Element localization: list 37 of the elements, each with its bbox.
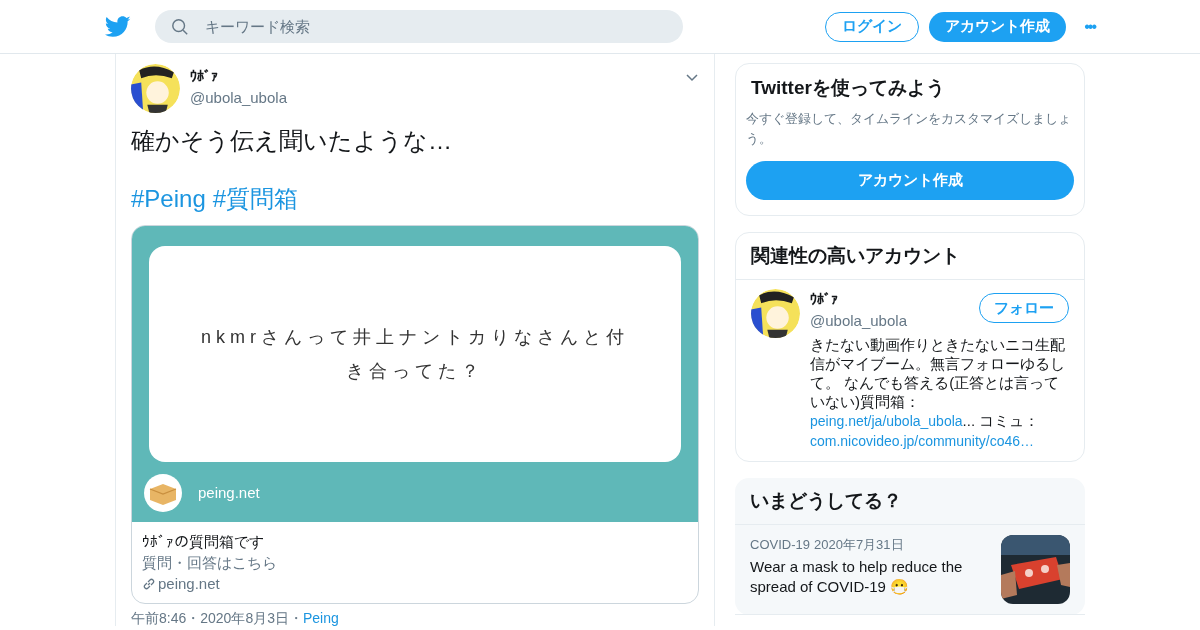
card-heading: Twitterを使ってみよう [750, 76, 946, 100]
signup-button[interactable]: アカウント作成 [746, 160, 1074, 200]
user-name[interactable]: ｳﾎﾞｧ [190, 66, 675, 87]
bio-link[interactable]: peing.net/ja/ubola_ubola [810, 412, 963, 429]
card-domain: peing.net [158, 574, 220, 594]
card-heading: 関連性の高いアカウント [736, 232, 1084, 280]
trend-headline: Wear a mask to help reduce the spread of COVID-19 😷 [750, 556, 964, 597]
bio-link[interactable]: com.nicovideo.jp/community/co46 [810, 432, 1021, 449]
hashtag-link[interactable]: #質問箱 [212, 183, 299, 215]
search-field[interactable]: キーワード検索 [155, 10, 683, 43]
bio-link[interactable]: … [1020, 432, 1035, 449]
tweet-timestamp: 午前8:46・2020年8月3日・ [131, 610, 303, 626]
trend-date: 2020年7月31日 [813, 536, 904, 554]
search-icon [171, 18, 189, 36]
user-handle[interactable]: @ubola_ubola [190, 87, 675, 110]
user-name[interactable]: ｳﾎﾞｧ [810, 289, 907, 310]
box-icon [144, 474, 182, 512]
hashtag-link[interactable]: #Peing [131, 183, 206, 215]
card-description: 質問・回答はこちら [142, 553, 278, 573]
signup-button[interactable]: アカウント作成 [929, 11, 1067, 42]
signup-text: 今すぐ登録して、タイムラインをカスタマイズしましょう。 [746, 109, 1072, 148]
question-text: nkmrさんって井上ナントカりなさんと付き合ってた？ [200, 326, 630, 383]
trend-item[interactable]: COVID-19 2020年7月31日 Wear a mask to help reduce the spread of COVID-19 😷 [735, 525, 1085, 615]
bird-logo-icon[interactable] [105, 15, 131, 38]
user-bio: きたない動画作りときたないニコ生配信がマイブーム。無言フォローゆるして。 なんでも答える(正答とは言っていない)質問箱： peing.net/ja/ubola_ubola... コミュ： com.nicovideo.jp/community/co46… [810, 334, 1066, 451]
card-heading: いまどうしてる？ [735, 477, 1085, 525]
link-icon [142, 576, 156, 591]
link-card[interactable]: nkmrさんって井上ナントカりなさんと付き合ってた？ peing.net ｳﾎﾞｧの質問箱です 質問・回答はこちら peing.net [131, 225, 699, 604]
tweet-text: 確かそう伝え聞いたような… [131, 126, 453, 156]
avatar [751, 289, 800, 338]
card-title: ｳﾎﾞｧの質問箱です [142, 532, 265, 552]
user-handle[interactable]: @ubola_ubola [810, 310, 907, 333]
avatar [131, 64, 180, 113]
trend-category: COVID-19 [750, 536, 810, 554]
more-button[interactable]: ••• [1084, 14, 1105, 39]
site-domain-text: peing.net [198, 482, 260, 503]
source-link[interactable]: Peing [302, 610, 339, 626]
